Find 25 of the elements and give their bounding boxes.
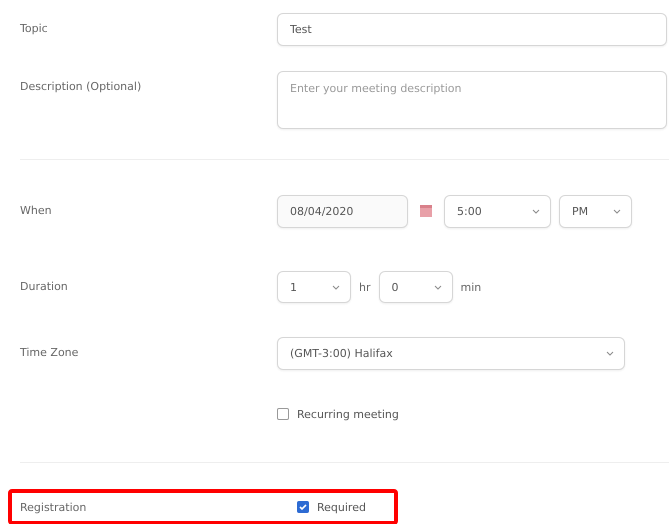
description-field[interactable]: Enter your meeting description <box>277 71 667 129</box>
unit-label: min <box>460 280 482 294</box>
recurring-checkbox[interactable] <box>277 408 289 420</box>
minutes-select[interactable]: 0 <box>378 271 452 303</box>
field-label: When <box>19 203 53 219</box>
field-label: Registration <box>20 500 88 514</box>
chevron-icon <box>434 284 442 290</box>
time-select[interactable]: 5:00 <box>444 194 551 228</box>
checkbox-label: Recurring meeting <box>297 408 399 420</box>
date-field[interactable]: 08/04/2020 <box>277 194 408 228</box>
chevron-icon <box>332 284 340 290</box>
ampm-select[interactable]: PM <box>559 194 632 228</box>
chevron-icon <box>532 208 540 214</box>
field-label: Description (Optional) <box>19 79 142 95</box>
field-label: Duration <box>19 279 69 295</box>
hours-select[interactable]: 1 <box>277 271 351 303</box>
checkbox-label: Required <box>317 500 366 514</box>
chevron-icon <box>606 351 614 356</box>
field-label: Time Zone <box>19 345 80 361</box>
topic-field[interactable]: Test <box>277 13 667 46</box>
registration-checkbox[interactable] <box>297 501 309 513</box>
unit-label: hr <box>359 280 370 294</box>
time-zone-select[interactable]: (GMT-3:00) Halifax <box>277 337 625 370</box>
chevron-icon <box>613 208 621 214</box>
field-label: Topic <box>19 21 49 37</box>
